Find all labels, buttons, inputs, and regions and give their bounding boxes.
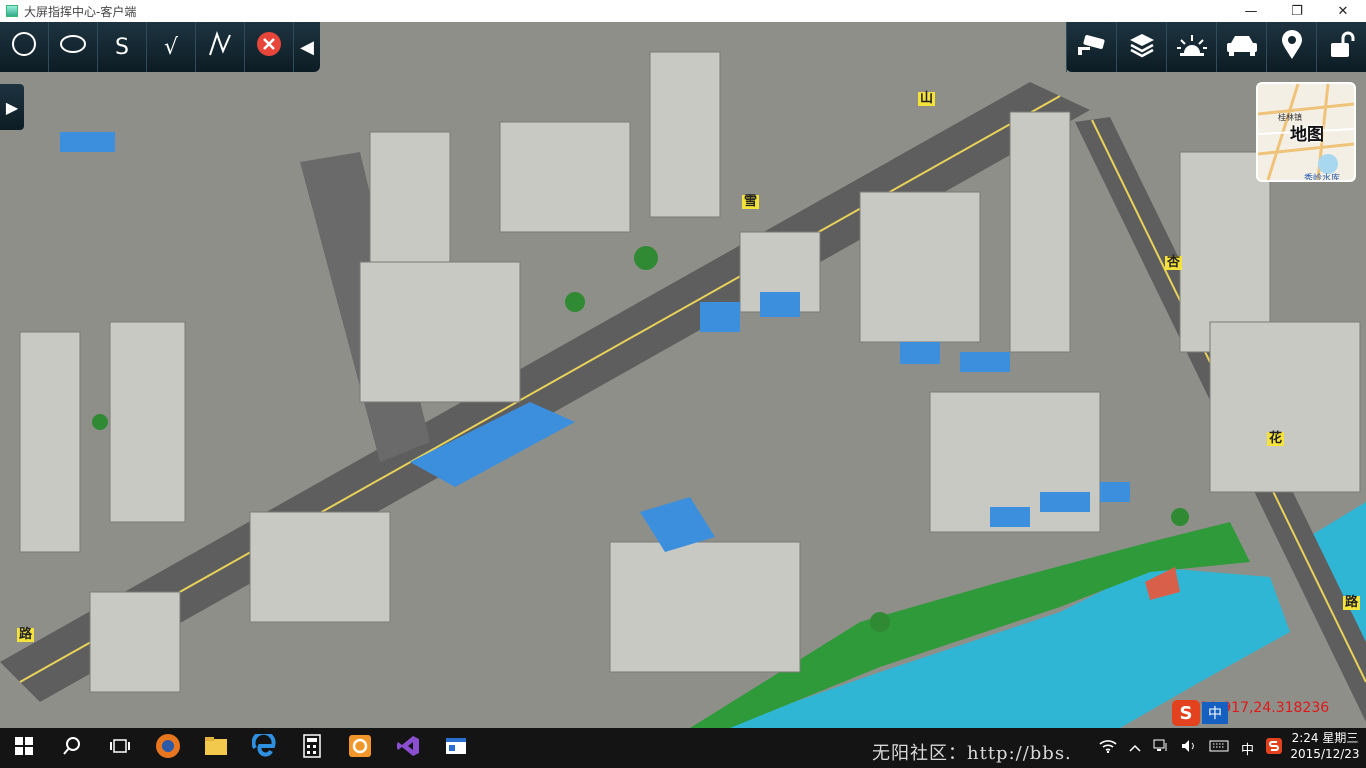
task-view-icon xyxy=(109,738,131,759)
ellipse-tool[interactable] xyxy=(49,22,98,72)
side-panel-toggle[interactable]: ▶ xyxy=(0,84,24,130)
windows-logo-icon xyxy=(15,736,33,760)
close-button[interactable]: ✕ xyxy=(1320,0,1366,22)
close-circle-icon xyxy=(256,31,282,63)
taskbar-app-browser[interactable] xyxy=(144,728,192,768)
ellipse-icon xyxy=(59,34,87,60)
road-label: 花 xyxy=(1267,431,1285,446)
maximize-button[interactable]: ❐ xyxy=(1274,0,1320,22)
camera-tool[interactable] xyxy=(1066,22,1116,72)
orange-app-icon xyxy=(348,734,372,763)
app-window-icon xyxy=(445,737,467,760)
chevron-up-icon[interactable] xyxy=(1129,741,1141,756)
layers-tool[interactable] xyxy=(1116,22,1166,72)
taskbar-app-visual-studio[interactable] xyxy=(384,728,432,768)
task-view-button[interactable] xyxy=(96,728,144,768)
edge-icon xyxy=(251,730,276,763)
sogou-ime-icon: S xyxy=(1172,700,1200,726)
search-button[interactable] xyxy=(48,728,96,768)
map-3d-view[interactable] xyxy=(0,22,1366,728)
polyline-icon xyxy=(207,30,233,63)
minimize-button[interactable]: — xyxy=(1228,0,1274,22)
layers-icon xyxy=(1128,32,1156,62)
s-curve-icon: S xyxy=(115,34,129,60)
circle-icon xyxy=(11,31,37,63)
clear-tool[interactable] xyxy=(245,22,294,72)
drawing-toolbar: S √ ◀ xyxy=(0,22,320,72)
ime-language: 中 xyxy=(1202,702,1228,724)
watermark-text: 无阳社区：http://bbs. xyxy=(872,743,1072,764)
surveillance-camera-icon xyxy=(1076,33,1108,61)
light-beacon-icon xyxy=(1176,33,1208,61)
taskbar-app-edge[interactable] xyxy=(240,728,288,768)
start-button[interactable] xyxy=(0,728,48,768)
minimap-button[interactable]: 桂林镇 地图 秀岭水库 xyxy=(1256,82,1356,182)
map-pin-icon xyxy=(1281,30,1303,64)
wifi-icon[interactable] xyxy=(1099,739,1117,757)
road-label: 雪 xyxy=(742,194,760,209)
unlock-tool[interactable] xyxy=(1316,22,1366,72)
visual-studio-icon xyxy=(396,734,420,763)
system-clock[interactable]: 2:24 星期三 2015/12/23 xyxy=(1290,730,1360,762)
taskbar-app-explorer[interactable] xyxy=(192,728,240,768)
unlock-icon xyxy=(1329,31,1355,63)
car-icon xyxy=(1225,33,1259,61)
window-title: 大屏指挥中心-客户端 xyxy=(24,4,137,19)
minimap-label: 地图 xyxy=(1290,125,1324,145)
road-label: 山 xyxy=(918,91,936,106)
input-language[interactable]: 中 xyxy=(1241,739,1254,758)
check-tool[interactable]: √ xyxy=(147,22,196,72)
curve-tool[interactable]: S xyxy=(98,22,147,72)
road-label: 路 xyxy=(1343,595,1361,610)
map-canvas xyxy=(0,22,1366,728)
firefox-icon xyxy=(155,733,181,764)
triangle-right-icon: ▶ xyxy=(5,97,19,117)
calculator-icon xyxy=(303,733,321,763)
network-icon[interactable] xyxy=(1153,739,1169,757)
title-bar: 大屏指挥中心-客户端 — ❐ ✕ xyxy=(0,0,1366,22)
taskbar-app-window[interactable] xyxy=(432,728,480,768)
taskbar-app-calculator[interactable] xyxy=(288,728,336,768)
triangle-left-icon: ◀ xyxy=(300,36,314,58)
road-label: 杏 xyxy=(1165,255,1183,270)
road-label: 路 xyxy=(17,627,35,642)
taskbar-app-client[interactable] xyxy=(336,728,384,768)
ime-indicator[interactable]: S 中 xyxy=(1172,700,1228,726)
collapse-toolbar-button[interactable]: ◀ xyxy=(294,22,320,72)
circle-tool[interactable] xyxy=(0,22,49,72)
window-controls: — ❐ ✕ xyxy=(1228,0,1366,22)
minimap-place-label: 秀岭水库 xyxy=(1304,174,1341,182)
app-icon xyxy=(6,5,18,17)
clock-time: 2:24 星期三 xyxy=(1291,731,1359,745)
volume-icon[interactable] xyxy=(1181,739,1197,757)
clock-date: 2015/12/23 xyxy=(1290,747,1360,761)
sogou-tray-icon[interactable] xyxy=(1266,738,1282,758)
search-icon xyxy=(63,736,81,760)
checkmark-icon: √ xyxy=(163,34,179,60)
vehicle-tool[interactable] xyxy=(1216,22,1266,72)
system-tray: 中 xyxy=(1093,728,1288,768)
location-tool[interactable] xyxy=(1266,22,1316,72)
folder-icon xyxy=(204,736,228,761)
layer-toolbar xyxy=(1066,22,1366,72)
keyboard-icon[interactable] xyxy=(1209,740,1229,756)
polyline-tool[interactable] xyxy=(196,22,245,72)
light-tool[interactable] xyxy=(1166,22,1216,72)
